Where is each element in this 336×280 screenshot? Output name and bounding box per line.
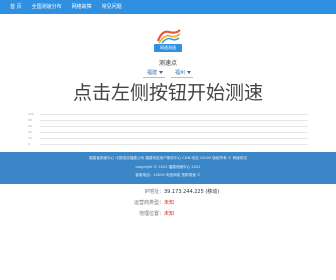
ip-info-row: IP地址：39.173.244.225 (移动) xyxy=(134,189,220,196)
chart-ytick: 60 xyxy=(28,124,32,128)
footer-text: 客服电话：10000 电信网络 宽带测速 © xyxy=(135,173,201,177)
top-navigation-bar: 首 页 全国测速分布 网络故障 常见问题 xyxy=(0,0,336,14)
start-test-prompt[interactable]: 点击左侧按钮开始测速 xyxy=(0,80,336,106)
nav-item-faq[interactable]: 常见问题 xyxy=(100,2,124,12)
nav-item-speed-distribution[interactable]: 全国测速分布 xyxy=(30,2,64,12)
chart-gridline xyxy=(40,126,308,127)
chevron-down-icon xyxy=(159,71,164,74)
chart-ytick: 20 xyxy=(28,136,32,140)
province-select[interactable]: 福建 xyxy=(147,69,164,77)
operator-label: 运营商类型： xyxy=(134,200,165,206)
city-select-label: 福州 xyxy=(175,70,186,76)
ip-value: 39.173.244.225 (移动) xyxy=(164,189,220,195)
chart-gridline xyxy=(40,114,308,115)
footer-text: copyright © 2022 福建测速中心 2022 xyxy=(135,165,201,169)
province-underline xyxy=(143,77,165,78)
operator-value: 未知 xyxy=(164,200,175,206)
chart-gridline xyxy=(40,138,308,139)
footer-band: 福建省测速中心 中国电信福建公司 福建电信用户服务中心 CDN 电话 10000… xyxy=(0,152,336,184)
operator-info-row: 运营商类型：未知 xyxy=(134,200,174,207)
chart-ytick: 40 xyxy=(28,130,32,134)
chart-ytick: 100 xyxy=(28,112,34,116)
swirl-logo-icon xyxy=(156,29,181,44)
speed-chart-grid: 100 80 60 40 20 0 xyxy=(28,112,308,146)
city-select[interactable]: 福州 xyxy=(175,69,192,77)
chart-gridline xyxy=(40,144,308,145)
city-underline xyxy=(171,77,193,78)
nav-item-home[interactable]: 首 页 xyxy=(8,2,24,12)
footer-text: 福建省测速中心 中国电信福建公司 福建电信用户服务中心 CDN 电话 10000… xyxy=(89,156,247,160)
location-info-row: 地理位置：未知 xyxy=(134,211,174,218)
logo-badge: 网速测速 xyxy=(154,44,182,52)
location-label: 地理位置： xyxy=(138,211,164,217)
chart-gridline xyxy=(40,132,308,133)
node-title: 测速点 xyxy=(158,60,177,67)
nav-menu: 首 页 全国测速分布 网络故障 常见问题 xyxy=(8,2,124,12)
location-value: 未知 xyxy=(164,211,175,217)
province-select-label: 福建 xyxy=(147,70,158,76)
chevron-down-icon xyxy=(187,71,192,74)
chart-ytick: 80 xyxy=(28,118,32,122)
chart-gridline xyxy=(40,120,308,121)
ip-label: IP地址： xyxy=(144,189,165,195)
speedtest-logo[interactable]: 网速测速 xyxy=(148,28,188,56)
chart-ytick: 0 xyxy=(28,142,30,146)
nav-item-network-fault[interactable]: 网络故障 xyxy=(70,2,94,12)
